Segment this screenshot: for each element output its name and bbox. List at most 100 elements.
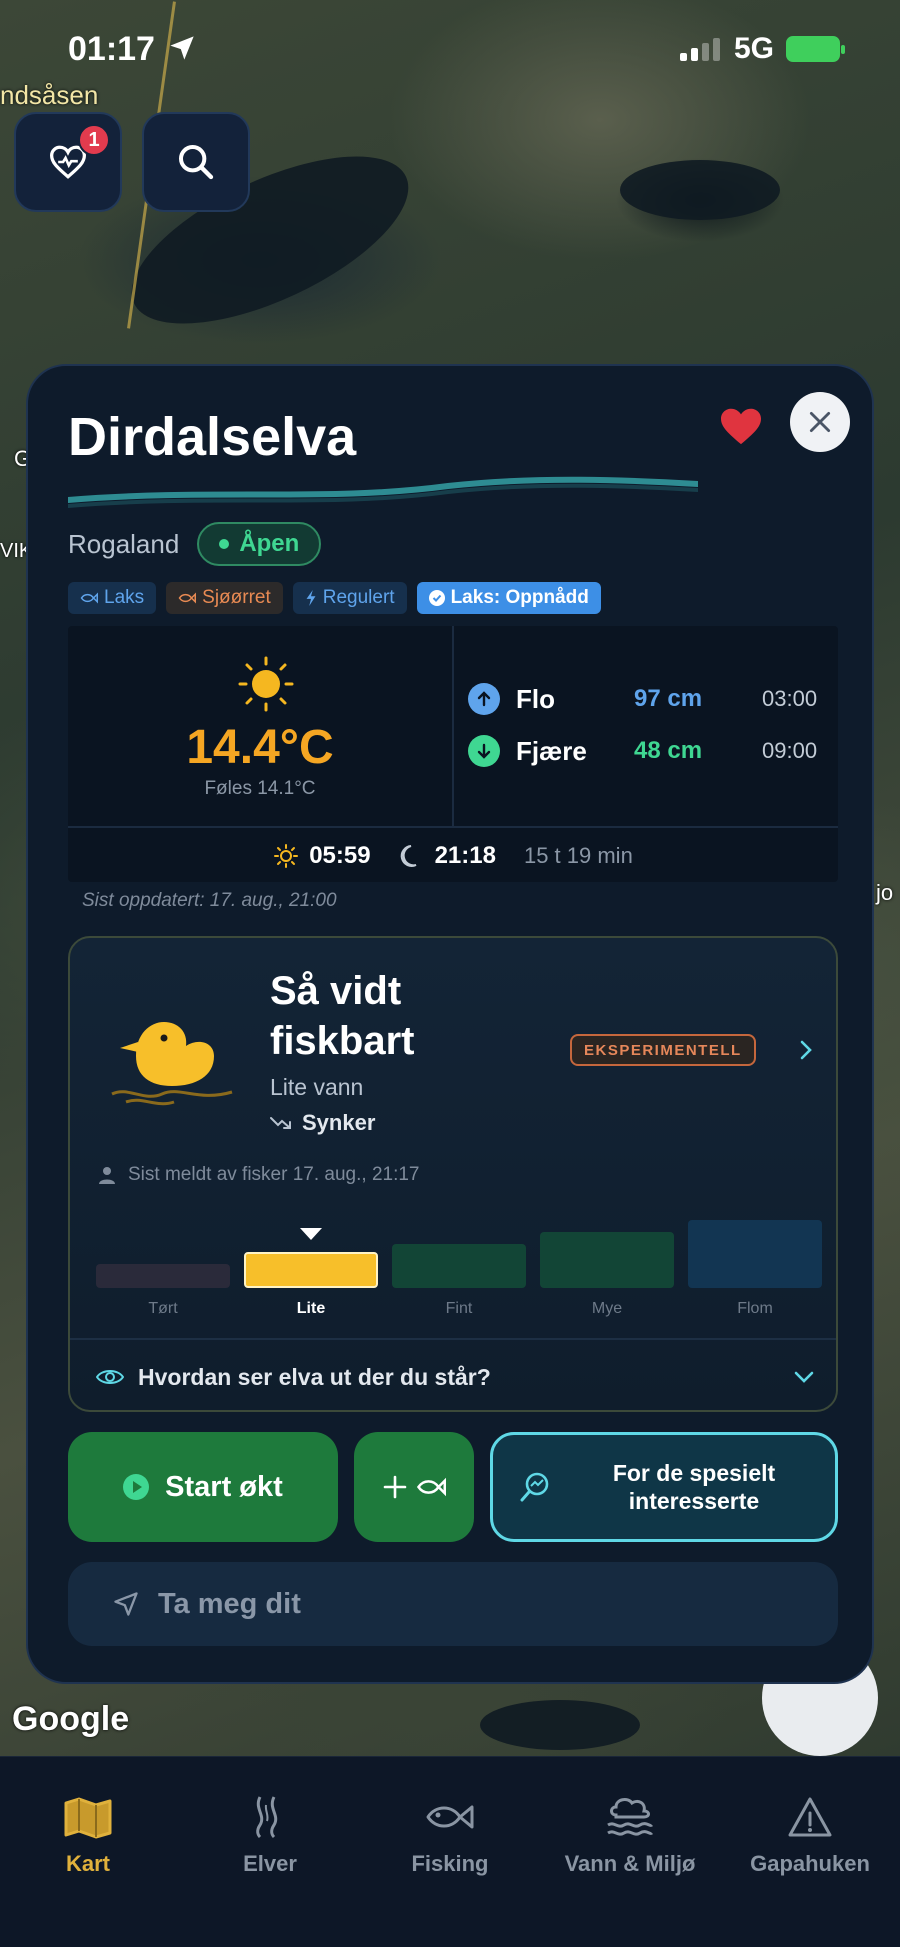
signal-icon: [680, 38, 720, 61]
day-length: 15 t 19 min: [523, 843, 633, 868]
tab-fisking[interactable]: Fisking: [360, 1795, 540, 1877]
tab-label: Vann & Miljø: [564, 1851, 696, 1876]
trend-down-icon: [270, 1117, 291, 1129]
tide-row-fjaere: Fjære 48 cm 09:00: [468, 734, 838, 768]
experimental-badge: EKSPERIMENTELL: [570, 1034, 756, 1066]
status-badge: Åpen: [197, 522, 322, 566]
navigate-button[interactable]: Ta meg dit: [68, 1562, 838, 1646]
eye-icon: [96, 1370, 124, 1384]
divider: [452, 626, 454, 826]
location-arrow-icon: [170, 36, 194, 60]
sunrise-icon: [274, 844, 299, 868]
tag-sjoorret: Sjøørret: [166, 582, 283, 614]
search-button[interactable]: [142, 112, 250, 212]
add-catch-button[interactable]: [354, 1432, 474, 1542]
tag-quota: Laks: Oppnådd: [416, 582, 601, 614]
map-place-label: jo: [876, 880, 894, 905]
tide-height: 48 cm: [634, 737, 703, 764]
weather-tide-panel: 14.4°C Føles 14.1°C Flo 97 cm 03:00 Fjær…: [68, 626, 838, 882]
navigation-arrow-icon: [114, 1592, 138, 1616]
last-reported: Sist meldt av fisker 17. aug., 21:17: [98, 1164, 420, 1186]
water-level-label: Lite: [296, 1300, 326, 1317]
river-look-question[interactable]: Hvordan ser elva ut der du står?: [96, 1350, 816, 1404]
tag-label: Sjøørret: [202, 587, 271, 608]
search-icon: [179, 145, 214, 180]
water-level-bar-flom[interactable]: [688, 1220, 822, 1288]
tab-label: Fisking: [411, 1851, 489, 1876]
close-icon: [809, 411, 831, 433]
water-level-label: Fint: [445, 1300, 473, 1317]
bottom-tab-bar: Kart Elver Fisking Vann & Miljø Gapahuke…: [0, 1756, 900, 1947]
last-updated: Sist oppdatert: 17. aug., 21:00: [82, 890, 337, 911]
tab-label: Kart: [65, 1851, 110, 1876]
trend-label: Synker: [302, 1110, 376, 1135]
river-card: Dirdalselva Rogaland Åpen Laks Sjøørret …: [26, 364, 874, 1684]
battery-icon: [786, 36, 845, 62]
moon-icon: [400, 845, 417, 867]
current-level-marker-icon: [300, 1228, 322, 1240]
advanced-data-label: For de spesielt interesserte: [612, 1460, 776, 1514]
start-session-label: Start økt: [165, 1470, 283, 1503]
close-button[interactable]: [790, 392, 850, 452]
chevron-down-icon: [794, 1371, 814, 1383]
play-icon: [123, 1474, 150, 1500]
tab-label: Elver: [243, 1851, 297, 1876]
tide-name: Flo: [516, 683, 555, 714]
arrow-down-icon: [468, 735, 500, 767]
network-type: 5G: [734, 32, 775, 65]
advanced-data-button[interactable]: For de spesielt interesserte: [490, 1432, 838, 1542]
chevron-right-icon[interactable]: [794, 1038, 818, 1062]
arrow-up-icon: [468, 683, 500, 715]
feels-like: Føles 14.1°C: [204, 778, 316, 799]
water-level-bar-lite[interactable]: [244, 1252, 378, 1288]
region-label: Rogaland: [68, 528, 180, 559]
tag-label: Laks: Oppnådd: [450, 587, 589, 608]
status-label: Åpen: [239, 530, 300, 557]
favorite-heart-icon[interactable]: [718, 406, 764, 446]
tide-time: 09:00: [762, 738, 818, 763]
bolt-icon: [306, 590, 316, 606]
sun-times-row: 05:59 21:18 15 t 19 min: [68, 836, 838, 876]
last-reported-text: Sist meldt av fisker 17. aug., 21:17: [128, 1164, 420, 1185]
wave-decoration: [68, 476, 698, 508]
sunrise-time: 05:59: [309, 842, 371, 869]
divider: [70, 1338, 836, 1340]
sun-icon: [238, 656, 294, 712]
favorites-badge: 1: [78, 124, 110, 156]
fish-icon: [80, 592, 98, 604]
tab-kart[interactable]: Kart: [0, 1795, 178, 1877]
tag-label: Laks: [104, 587, 145, 608]
condition-card[interactable]: Så vidt fiskbart Lite vann Synker EKSPER…: [68, 936, 838, 1412]
fish-icon: [416, 1477, 446, 1497]
tab-elver[interactable]: Elver: [180, 1795, 360, 1877]
condition-title: Så vidt fiskbart: [270, 969, 415, 1063]
region-row: Rogaland Åpen: [68, 522, 322, 566]
google-attribution: Google: [12, 1700, 130, 1738]
plus-icon: [383, 1475, 407, 1499]
tide-time: 03:00: [762, 686, 818, 711]
favorites-button[interactable]: 1: [14, 112, 122, 212]
status-dot-icon: [219, 539, 230, 549]
divider: [68, 826, 838, 828]
tag-regulert: Regulert: [292, 582, 407, 614]
water-level-label: Flom: [737, 1300, 773, 1317]
map-water: [480, 1700, 640, 1750]
duck-icon: [111, 1022, 233, 1106]
status-bar: 01:17 5G: [0, 0, 900, 100]
water-level-text: Lite vann: [270, 1074, 364, 1100]
temperature: 14.4°C: [186, 721, 334, 774]
water-level-bar-fint[interactable]: [392, 1244, 526, 1288]
river-look-label: Hvordan ser elva ut der du står?: [138, 1363, 491, 1390]
weather-water-icon: [607, 1798, 654, 1836]
water-level-bar-mye[interactable]: [540, 1232, 674, 1288]
navigate-label: Ta meg dit: [158, 1587, 301, 1620]
tag-label: Regulert: [322, 587, 395, 608]
tab-vann-miljo[interactable]: Vann & Miljø: [540, 1795, 720, 1877]
water-level-bar-tørt[interactable]: [96, 1264, 230, 1288]
river-title: Dirdalselva: [68, 407, 357, 467]
tab-gapahuken[interactable]: Gapahuken: [720, 1795, 900, 1877]
river-icon: [256, 1796, 278, 1839]
fish-icon: [426, 1805, 474, 1829]
start-session-button[interactable]: Start økt: [68, 1432, 338, 1542]
water-level-scale[interactable]: Tørt Lite Fint Mye Flom: [96, 1208, 822, 1318]
